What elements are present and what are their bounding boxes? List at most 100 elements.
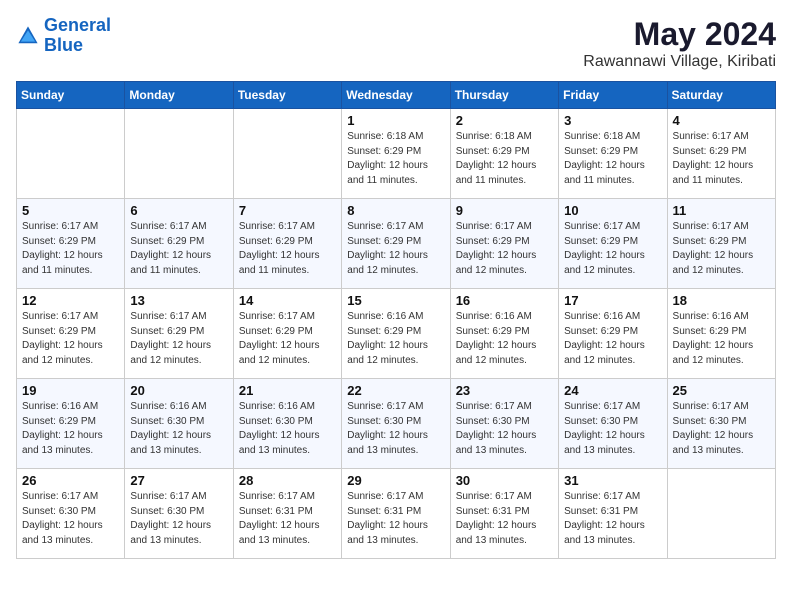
logo: General Blue <box>16 16 111 56</box>
month-title: May 2024 <box>583 16 776 53</box>
day-info: Sunrise: 6:17 AM Sunset: 6:31 PM Dayligh… <box>456 490 553 548</box>
day-number: 28 <box>239 473 336 488</box>
day-number: 24 <box>564 383 661 398</box>
day-info: Sunrise: 6:17 AM Sunset: 6:31 PM Dayligh… <box>239 490 336 548</box>
day-info: Sunrise: 6:17 AM Sunset: 6:29 PM Dayligh… <box>22 310 119 368</box>
day-number: 12 <box>22 293 119 308</box>
day-number: 3 <box>564 113 661 128</box>
location-title: Rawannawi Village, Kiribati <box>583 53 776 71</box>
day-info: Sunrise: 6:17 AM Sunset: 6:29 PM Dayligh… <box>673 220 770 278</box>
day-cell-31: 31 Sunrise: 6:17 AM Sunset: 6:31 PM Dayli… <box>559 469 667 559</box>
day-cell-5: 5 Sunrise: 6:17 AM Sunset: 6:29 PM Daylig… <box>17 199 125 289</box>
day-number: 26 <box>22 473 119 488</box>
weekday-header-friday: Friday <box>559 82 667 109</box>
day-info: Sunrise: 6:16 AM Sunset: 6:29 PM Dayligh… <box>673 310 770 368</box>
day-cell-11: 11 Sunrise: 6:17 AM Sunset: 6:29 PM Dayli… <box>667 199 775 289</box>
day-info: Sunrise: 6:17 AM Sunset: 6:30 PM Dayligh… <box>347 400 444 458</box>
day-number: 31 <box>564 473 661 488</box>
day-info: Sunrise: 6:17 AM Sunset: 6:30 PM Dayligh… <box>564 400 661 458</box>
day-number: 18 <box>673 293 770 308</box>
day-info: Sunrise: 6:16 AM Sunset: 6:29 PM Dayligh… <box>564 310 661 368</box>
day-number: 17 <box>564 293 661 308</box>
day-cell-20: 20 Sunrise: 6:16 AM Sunset: 6:30 PM Dayli… <box>125 379 233 469</box>
day-number: 5 <box>22 203 119 218</box>
day-number: 14 <box>239 293 336 308</box>
day-cell-22: 22 Sunrise: 6:17 AM Sunset: 6:30 PM Dayli… <box>342 379 450 469</box>
weekday-header-thursday: Thursday <box>450 82 558 109</box>
empty-cell <box>233 109 341 199</box>
day-info: Sunrise: 6:18 AM Sunset: 6:29 PM Dayligh… <box>564 130 661 188</box>
day-cell-13: 13Sunrise: 6:17 AM Sunset: 6:29 PM Dayli… <box>125 289 233 379</box>
day-info: Sunrise: 6:16 AM Sunset: 6:29 PM Dayligh… <box>22 400 119 458</box>
day-cell-7: 7 Sunrise: 6:17 AM Sunset: 6:29 PM Daylig… <box>233 199 341 289</box>
day-number: 21 <box>239 383 336 398</box>
day-number: 20 <box>130 383 227 398</box>
day-number: 15 <box>347 293 444 308</box>
day-info: Sunrise: 6:17 AM Sunset: 6:30 PM Dayligh… <box>130 490 227 548</box>
day-info: Sunrise: 6:16 AM Sunset: 6:29 PM Dayligh… <box>456 310 553 368</box>
day-cell-3: 3 Sunrise: 6:18 AM Sunset: 6:29 PM Daylig… <box>559 109 667 199</box>
day-cell-21: 21 Sunrise: 6:16 AM Sunset: 6:30 PM Dayli… <box>233 379 341 469</box>
day-number: 7 <box>239 203 336 218</box>
day-number: 1 <box>347 113 444 128</box>
day-number: 13 <box>130 293 227 308</box>
day-number: 6 <box>130 203 227 218</box>
day-cell-12: 12 Sunrise: 6:17 AM Sunset: 6:29 PM Dayli… <box>17 289 125 379</box>
empty-cell <box>17 109 125 199</box>
day-info: Sunrise: 6:17 AM Sunset: 6:29 PM Dayligh… <box>673 130 770 188</box>
day-cell-29: 29 Sunrise: 6:17 AM Sunset: 6:31 PM Dayli… <box>342 469 450 559</box>
day-info: Sunrise: 6:17 AM Sunset: 6:29 PM Dayligh… <box>347 220 444 278</box>
empty-cell <box>667 469 775 559</box>
day-number: 22 <box>347 383 444 398</box>
day-cell-9: 9 Sunrise: 6:17 AM Sunset: 6:29 PM Daylig… <box>450 199 558 289</box>
day-cell-30: 30 Sunrise: 6:17 AM Sunset: 6:31 PM Dayli… <box>450 469 558 559</box>
day-info: Sunrise: 6:16 AM Sunset: 6:30 PM Dayligh… <box>239 400 336 458</box>
day-info: Sunrise: 6:18 AM Sunset: 6:29 PM Dayligh… <box>456 130 553 188</box>
day-number: 30 <box>456 473 553 488</box>
day-info: Sunrise: 6:16 AM Sunset: 6:29 PM Dayligh… <box>347 310 444 368</box>
day-info: Sunrise: 6:17 AM Sunset: 6:30 PM Dayligh… <box>673 400 770 458</box>
weekday-header-tuesday: Tuesday <box>233 82 341 109</box>
weekday-header-saturday: Saturday <box>667 82 775 109</box>
logo-text: General Blue <box>44 16 111 56</box>
day-cell-17: 17 Sunrise: 6:16 AM Sunset: 6:29 PM Dayli… <box>559 289 667 379</box>
day-cell-27: 27Sunrise: 6:17 AM Sunset: 6:30 PM Dayli… <box>125 469 233 559</box>
title-block: May 2024 Rawannawi Village, Kiribati <box>583 16 776 71</box>
day-info: Sunrise: 6:17 AM Sunset: 6:31 PM Dayligh… <box>564 490 661 548</box>
day-cell-24: 24 Sunrise: 6:17 AM Sunset: 6:30 PM Dayli… <box>559 379 667 469</box>
logo-line1: General <box>44 15 111 35</box>
day-info: Sunrise: 6:17 AM Sunset: 6:29 PM Dayligh… <box>564 220 661 278</box>
day-info: Sunrise: 6:16 AM Sunset: 6:30 PM Dayligh… <box>130 400 227 458</box>
day-number: 10 <box>564 203 661 218</box>
day-info: Sunrise: 6:17 AM Sunset: 6:29 PM Dayligh… <box>456 220 553 278</box>
weekday-header-monday: Monday <box>125 82 233 109</box>
week-row-4: 19 Sunrise: 6:16 AM Sunset: 6:29 PM Dayli… <box>17 379 776 469</box>
day-cell-1: 1 Sunrise: 6:18 AM Sunset: 6:29 PM Daylig… <box>342 109 450 199</box>
day-cell-28: 28 Sunrise: 6:17 AM Sunset: 6:31 PM Dayli… <box>233 469 341 559</box>
day-cell-25: 25Sunrise: 6:17 AM Sunset: 6:30 PM Dayli… <box>667 379 775 469</box>
day-cell-4: 4 Sunrise: 6:17 AM Sunset: 6:29 PM Daylig… <box>667 109 775 199</box>
day-number: 9 <box>456 203 553 218</box>
day-info: Sunrise: 6:17 AM Sunset: 6:29 PM Dayligh… <box>22 220 119 278</box>
day-info: Sunrise: 6:17 AM Sunset: 6:30 PM Dayligh… <box>456 400 553 458</box>
day-info: Sunrise: 6:17 AM Sunset: 6:30 PM Dayligh… <box>22 490 119 548</box>
day-number: 4 <box>673 113 770 128</box>
day-cell-23: 23Sunrise: 6:17 AM Sunset: 6:30 PM Dayli… <box>450 379 558 469</box>
day-info: Sunrise: 6:18 AM Sunset: 6:29 PM Dayligh… <box>347 130 444 188</box>
day-number: 8 <box>347 203 444 218</box>
logo-icon <box>16 24 40 48</box>
day-number: 19 <box>22 383 119 398</box>
day-number: 29 <box>347 473 444 488</box>
day-number: 11 <box>673 203 770 218</box>
day-info: Sunrise: 6:17 AM Sunset: 6:31 PM Dayligh… <box>347 490 444 548</box>
calendar-table: SundayMondayTuesdayWednesdayThursdayFrid… <box>16 81 776 559</box>
day-info: Sunrise: 6:17 AM Sunset: 6:29 PM Dayligh… <box>239 220 336 278</box>
day-cell-14: 14Sunrise: 6:17 AM Sunset: 6:29 PM Dayli… <box>233 289 341 379</box>
day-cell-16: 16Sunrise: 6:16 AM Sunset: 6:29 PM Dayli… <box>450 289 558 379</box>
weekday-header-wednesday: Wednesday <box>342 82 450 109</box>
week-row-2: 5 Sunrise: 6:17 AM Sunset: 6:29 PM Daylig… <box>17 199 776 289</box>
day-info: Sunrise: 6:17 AM Sunset: 6:29 PM Dayligh… <box>130 220 227 278</box>
week-row-5: 26 Sunrise: 6:17 AM Sunset: 6:30 PM Dayli… <box>17 469 776 559</box>
week-row-3: 12 Sunrise: 6:17 AM Sunset: 6:29 PM Dayli… <box>17 289 776 379</box>
empty-cell <box>125 109 233 199</box>
